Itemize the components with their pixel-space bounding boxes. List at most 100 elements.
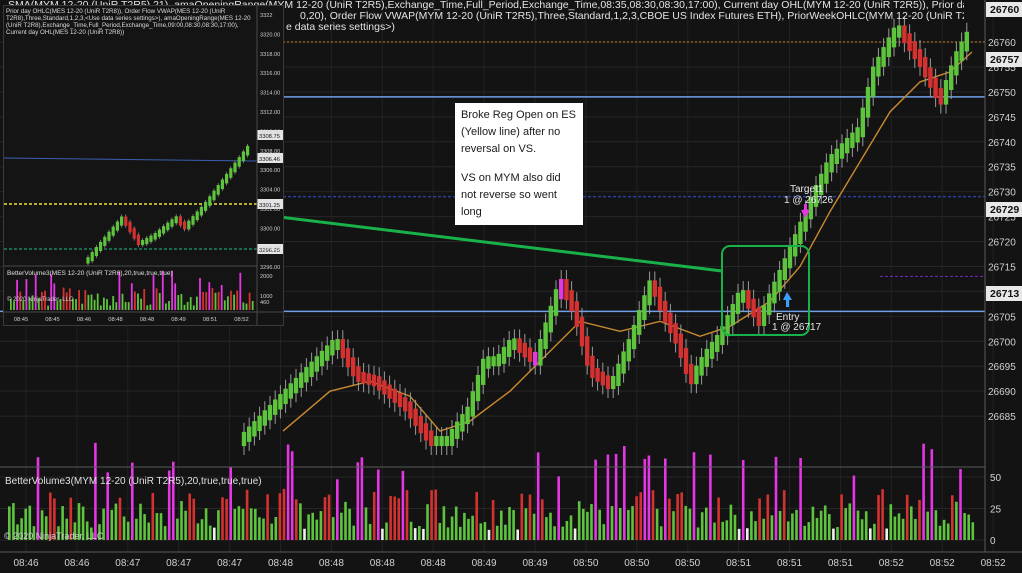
candle[interactable]	[501, 346, 507, 364]
candle[interactable]	[839, 143, 845, 159]
candle[interactable]	[709, 341, 715, 359]
candle[interactable]	[845, 137, 850, 154]
candle[interactable]	[361, 371, 366, 384]
candle[interactable]	[787, 246, 793, 269]
candle[interactable]	[288, 383, 293, 399]
candle[interactable]	[533, 351, 538, 366]
candle[interactable]	[460, 414, 465, 432]
candle[interactable]	[860, 107, 865, 138]
candle[interactable]	[735, 292, 741, 314]
candle[interactable]	[418, 415, 423, 434]
candle[interactable]	[278, 394, 283, 410]
candle[interactable]	[267, 404, 273, 421]
candle[interactable]	[382, 380, 387, 395]
candle[interactable]	[527, 347, 533, 362]
candle[interactable]	[257, 415, 262, 432]
candle[interactable]	[595, 367, 600, 382]
candle[interactable]	[949, 65, 954, 91]
candle[interactable]	[663, 300, 668, 323]
candle[interactable]	[704, 348, 709, 367]
candle[interactable]	[938, 88, 943, 105]
candle[interactable]	[429, 430, 434, 447]
candle[interactable]	[553, 289, 559, 316]
candle[interactable]	[366, 373, 371, 385]
candle[interactable]	[923, 56, 928, 78]
candle[interactable]	[423, 423, 429, 441]
candle[interactable]	[933, 77, 938, 99]
candle[interactable]	[548, 305, 553, 333]
candle[interactable]	[886, 37, 891, 58]
candle[interactable]	[522, 342, 527, 358]
candle[interactable]	[408, 401, 413, 419]
candle[interactable]	[761, 305, 767, 326]
candle[interactable]	[377, 376, 382, 391]
candle[interactable]	[283, 388, 288, 405]
candle[interactable]	[959, 41, 964, 62]
candle[interactable]	[865, 86, 871, 118]
candle[interactable]	[543, 322, 548, 349]
candle[interactable]	[605, 375, 611, 390]
candle[interactable]	[392, 388, 397, 403]
candle[interactable]	[637, 310, 642, 335]
candle[interactable]	[309, 361, 314, 378]
candle[interactable]	[876, 56, 881, 77]
candle[interactable]	[371, 374, 377, 387]
candle[interactable]	[512, 338, 517, 351]
candle[interactable]	[824, 162, 829, 184]
candle[interactable]	[574, 301, 579, 327]
candle[interactable]	[616, 363, 621, 386]
candle[interactable]	[611, 376, 616, 390]
candle[interactable]	[782, 258, 787, 280]
candle[interactable]	[741, 290, 746, 303]
candle[interactable]	[387, 384, 392, 399]
candle[interactable]	[928, 67, 933, 88]
candle[interactable]	[626, 339, 631, 362]
candle[interactable]	[585, 336, 590, 366]
candle[interactable]	[241, 431, 247, 447]
candle[interactable]	[486, 356, 491, 369]
candle[interactable]	[345, 348, 351, 368]
candle[interactable]	[590, 355, 595, 378]
candle[interactable]	[559, 279, 564, 300]
candle[interactable]	[621, 351, 626, 374]
candle[interactable]	[252, 421, 257, 437]
candle[interactable]	[356, 366, 361, 382]
candle[interactable]	[850, 132, 855, 148]
candle[interactable]	[413, 408, 418, 426]
candle[interactable]	[694, 365, 699, 385]
candle[interactable]	[678, 333, 683, 358]
candle[interactable]	[657, 286, 663, 311]
candle[interactable]	[351, 357, 356, 377]
candle[interactable]	[564, 279, 569, 301]
candle[interactable]	[964, 31, 969, 52]
candle[interactable]	[335, 339, 340, 351]
candle[interactable]	[907, 33, 912, 52]
candle[interactable]	[579, 316, 585, 347]
candle[interactable]	[314, 356, 319, 372]
candle[interactable]	[683, 347, 689, 374]
candle[interactable]	[325, 345, 330, 361]
candle[interactable]	[829, 154, 834, 173]
candle[interactable]	[673, 323, 678, 344]
candle[interactable]	[273, 399, 278, 415]
candle[interactable]	[772, 281, 777, 304]
candle[interactable]	[746, 290, 751, 309]
candle[interactable]	[293, 377, 299, 394]
candle[interactable]	[652, 280, 657, 297]
candle[interactable]	[798, 221, 803, 245]
candle[interactable]	[912, 41, 917, 60]
candle[interactable]	[465, 406, 470, 425]
candle[interactable]	[330, 340, 335, 356]
candle[interactable]	[538, 339, 543, 366]
candle[interactable]	[767, 293, 772, 316]
candle[interactable]	[751, 298, 756, 318]
candle[interactable]	[247, 426, 252, 442]
candle[interactable]	[475, 374, 481, 402]
candle[interactable]	[319, 350, 325, 367]
candle[interactable]	[855, 127, 860, 143]
candle[interactable]	[834, 148, 839, 165]
candle[interactable]	[397, 392, 403, 408]
candle[interactable]	[943, 80, 949, 105]
candle[interactable]	[777, 269, 782, 292]
candle[interactable]	[262, 410, 267, 426]
